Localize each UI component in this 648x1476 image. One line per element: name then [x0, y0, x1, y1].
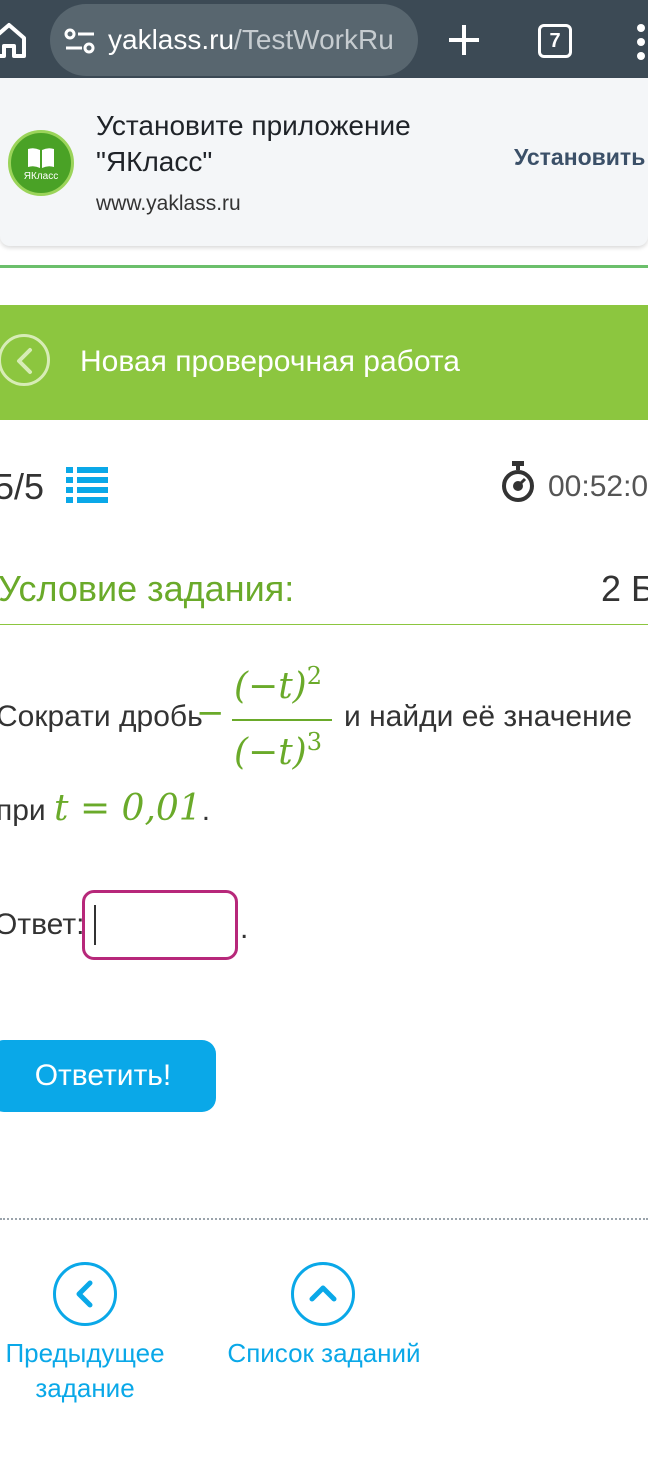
chevron-left-icon	[17, 348, 32, 374]
fraction-bar	[232, 719, 332, 721]
stopwatch-icon	[502, 461, 534, 502]
tab-switcher-icon[interactable]: 7	[538, 24, 572, 58]
previous-task-link[interactable]: Предыдущее задание	[0, 1336, 170, 1406]
url-host: yaklass.ru	[108, 24, 235, 55]
install-app-banner: ЯКласс Установите приложение "ЯКласс" ww…	[0, 78, 648, 246]
address-bar[interactable]: yaklass.ru/TestWorkRu	[50, 4, 418, 76]
site-settings-icon[interactable]	[64, 28, 96, 54]
task-list-link[interactable]: Список заданий	[224, 1336, 424, 1371]
url-text[interactable]: yaklass.ru/TestWorkRu	[108, 24, 408, 56]
fraction-numerator: (−t)2	[234, 662, 322, 707]
new-tab-icon[interactable]	[446, 22, 482, 58]
previous-task-button[interactable]	[53, 1262, 117, 1326]
problem-text-pri: при	[0, 794, 46, 827]
install-button[interactable]: Установить	[514, 144, 645, 171]
denominator-base: (−t)	[234, 732, 307, 773]
prev-label-line1: Предыдущее	[5, 1338, 165, 1368]
denominator-exponent: 3	[306, 728, 323, 756]
numerator-base: (−t)	[234, 666, 307, 707]
problem-text-end: .	[201, 794, 211, 827]
condition-math: t = 0,01	[54, 788, 202, 829]
heading-divider	[0, 624, 648, 625]
prev-label-line2: задание	[35, 1373, 135, 1403]
work-title: Новая проверочная работа	[80, 345, 460, 378]
chevron-up-icon	[309, 1285, 337, 1302]
problem-text-start: Сократи дробь	[0, 700, 203, 733]
divider	[0, 265, 648, 268]
answer-label: Ответ:	[0, 908, 85, 941]
problem-text-after: и найди её значение	[344, 700, 633, 733]
text-caret	[94, 905, 96, 945]
more-menu-icon[interactable]	[634, 22, 648, 62]
task-heading: Условие задания:	[0, 568, 295, 609]
chevron-left-icon	[76, 1280, 93, 1308]
task-counter: 5/5	[0, 466, 45, 507]
numerator-exponent: 2	[306, 662, 323, 690]
banner-site: www.yaklass.ru	[96, 192, 241, 215]
submit-answer-button[interactable]: Ответить!	[0, 1040, 216, 1112]
fraction-minus: −	[196, 693, 225, 733]
yaklass-logo: ЯКласс	[8, 130, 74, 196]
task-list-button[interactable]	[291, 1262, 355, 1326]
fraction-denominator: (−t)3	[234, 728, 322, 773]
dotted-divider	[0, 1218, 648, 1220]
logo-text: ЯКласс	[23, 171, 59, 182]
timer: 00:52:04	[548, 470, 648, 503]
home-icon[interactable]	[0, 20, 26, 60]
banner-title: Установите приложение "ЯКласс"	[96, 110, 411, 177]
task-list-icon[interactable]	[66, 465, 110, 503]
task-points: 2 Б	[601, 568, 648, 609]
book-icon	[28, 148, 54, 168]
back-button[interactable]	[0, 334, 50, 386]
browser-toolbar: yaklass.ru/TestWorkRu 7	[0, 0, 648, 82]
answer-input[interactable]	[82, 890, 238, 960]
url-path: /TestWorkRu	[234, 24, 394, 55]
problem-text-line2: при t = 0,01.	[0, 788, 210, 829]
answer-suffix: .	[240, 912, 249, 945]
